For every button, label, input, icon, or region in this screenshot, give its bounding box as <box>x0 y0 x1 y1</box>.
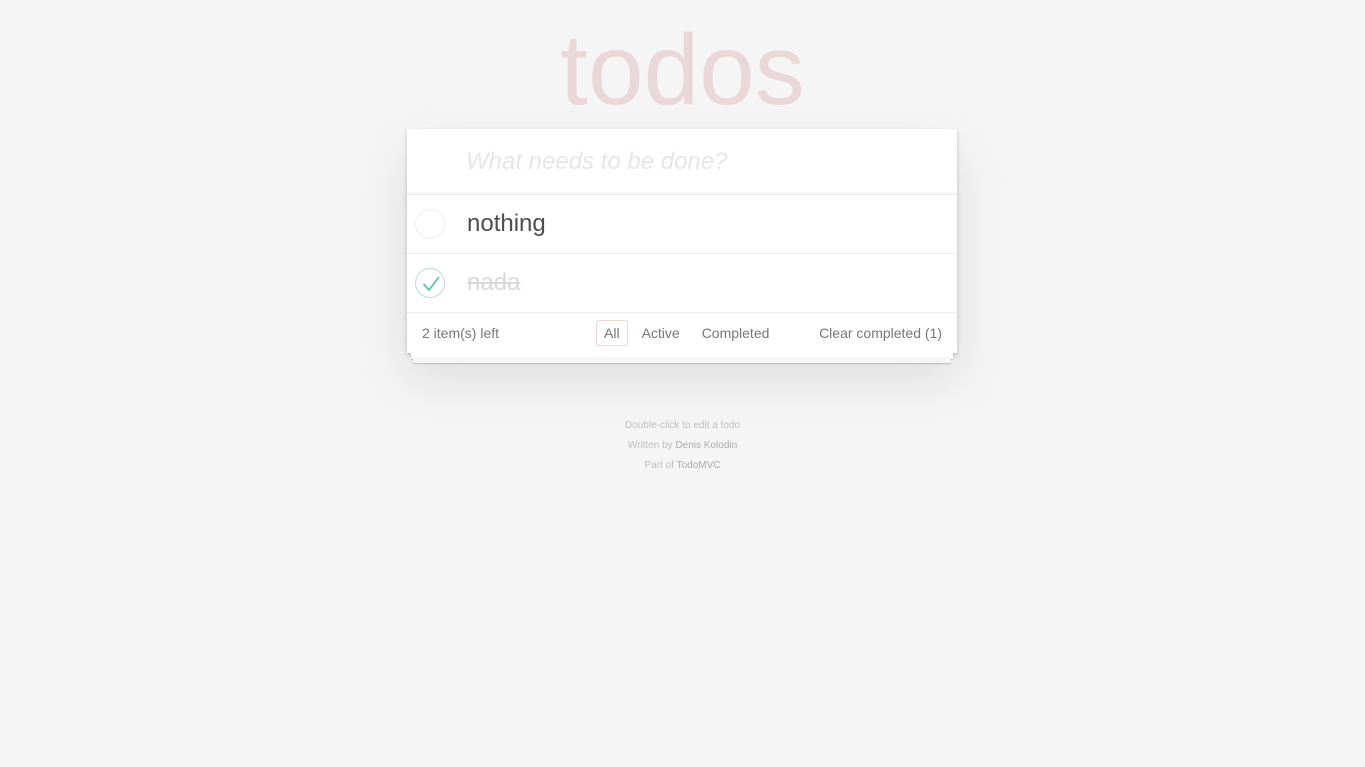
todo-label[interactable]: nothing <box>467 195 546 253</box>
new-todo-input[interactable] <box>407 129 957 194</box>
items-left-count: 2 item(s) left <box>422 325 500 341</box>
todo-label[interactable]: nada <box>467 254 520 312</box>
filter-item: Completed <box>694 320 778 346</box>
app-title: todos <box>560 14 805 126</box>
todo-app: nothing nada 2 item(s) left All Active C… <box>407 129 957 353</box>
checkmark-icon <box>423 276 440 291</box>
filter-completed-link[interactable]: Completed <box>694 320 778 346</box>
todo-footer: 2 item(s) left All Active Completed Clea… <box>407 313 957 353</box>
edit-hint: Double-click to edit a todo <box>624 420 741 431</box>
author-link[interactable]: Denis Kolodin <box>675 440 737 451</box>
todo-toggle-checkbox[interactable] <box>415 268 445 298</box>
todo-list: nothing nada <box>407 195 957 313</box>
todo-item[interactable]: nada <box>407 254 957 313</box>
stacked-paper-effect <box>413 357 951 363</box>
todo-toggle-checkbox[interactable] <box>415 209 445 239</box>
filter-item: All <box>596 320 628 346</box>
info-footer: Double-click to edit a todo Written by D… <box>0 416 1365 476</box>
author-credit: Written by Denis Kolodin <box>0 436 1365 456</box>
filter-active-link[interactable]: Active <box>634 320 688 346</box>
author-credit-prefix: Written by <box>627 440 673 451</box>
filter-tabs: All Active Completed <box>593 320 780 346</box>
project-credit: Part of TodoMVC <box>0 456 1365 476</box>
todo-item[interactable]: nothing <box>407 195 957 254</box>
project-credit-prefix: Part of <box>644 460 674 471</box>
clear-completed-button[interactable]: Clear completed (1) <box>819 313 942 353</box>
new-todo-header <box>407 129 957 195</box>
todomvc-link[interactable]: TodoMVC <box>677 460 721 471</box>
filter-item: Active <box>634 320 688 346</box>
filter-all-link[interactable]: All <box>596 320 628 346</box>
